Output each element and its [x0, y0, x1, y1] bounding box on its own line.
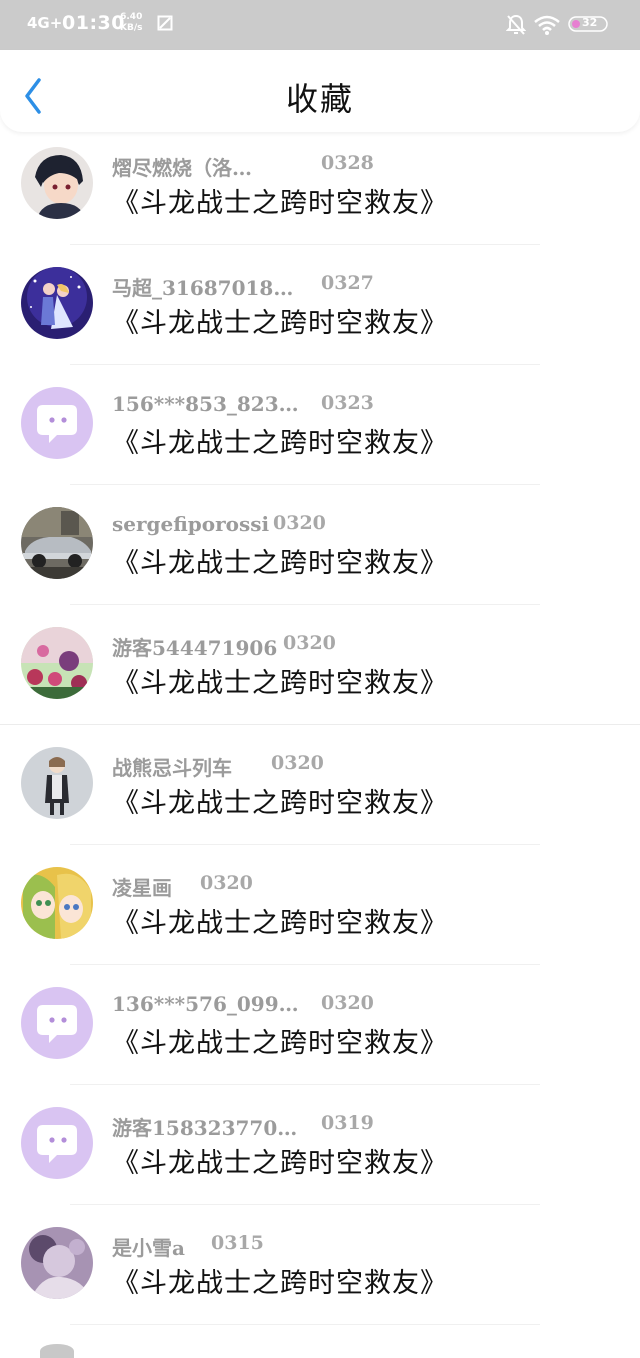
date: 0319 — [321, 1112, 374, 1134]
purple-photo-avatar-image — [21, 1227, 93, 1299]
status-bar: 4G+ 01:30 6.40 KB/s 32 — [0, 0, 640, 50]
avatar — [21, 507, 93, 579]
item-meta: sergefiporossi 0320 — [112, 512, 326, 540]
battery-level: 32 — [582, 16, 598, 29]
book-title: 《斗龙战士之跨时空救友》 — [112, 788, 448, 819]
avatar — [21, 627, 93, 699]
item-meta: 游客158323770… 0319 — [112, 1112, 374, 1140]
avatar — [21, 987, 93, 1059]
car-avatar-image — [21, 507, 93, 579]
list-item[interactable]: 136***576_099… 0320 《斗龙战士之跨时空救友》 — [0, 965, 640, 1085]
mute-bell-icon — [506, 14, 526, 35]
item-meta: 156***853_823… 0323 — [112, 392, 374, 420]
item-meta: 战熊忌斗列车 0320 — [112, 752, 324, 780]
book-title: 《斗龙战士之跨时空救友》 — [112, 428, 448, 459]
chat-bubble-icon — [21, 1107, 93, 1179]
user-name: sergefiporossi — [112, 512, 270, 536]
item-meta: 熠尽燃烧（洛… 0328 — [112, 152, 374, 180]
avatar — [21, 1227, 93, 1299]
avatar — [21, 267, 93, 339]
chat-bubble-icon — [21, 987, 93, 1059]
user-name: 熠尽燃烧（洛… — [112, 156, 252, 180]
user-name: 游客544471906 — [112, 636, 278, 660]
item-meta: 马超_31687018… 0327 — [112, 272, 374, 300]
list-item[interactable]: sergefiporossi 0320 《斗龙战士之跨时空救友》 — [0, 485, 640, 605]
avatar — [40, 1344, 74, 1358]
network-speed-unit: KB/s — [120, 23, 143, 33]
screenshot-icon — [157, 15, 173, 31]
date: 0315 — [211, 1232, 264, 1254]
avatar — [21, 1107, 93, 1179]
list-item[interactable]: 战熊忌斗列车 0320 《斗龙战士之跨时空救友》 — [0, 725, 640, 845]
user-name: 是小雪a — [112, 1236, 185, 1260]
date: 0320 — [271, 752, 324, 774]
status-time: 01:30 — [62, 12, 125, 34]
network-speed: 6.40 KB/s — [120, 12, 142, 34]
user-name: 马超_31687018… — [112, 276, 294, 300]
header: 收藏 — [0, 50, 640, 132]
avatar — [21, 747, 93, 819]
book-title: 《斗龙战士之跨时空救友》 — [112, 1148, 448, 1179]
signal-indicator: 4G+ — [27, 14, 63, 32]
list-item[interactable]: 游客158323770… 0319 《斗龙战士之跨时空救友》 — [0, 1085, 640, 1205]
page-title: 收藏 — [285, 80, 354, 118]
list-item[interactable]: 156***853_823… 0323 《斗龙战士之跨时空救友》 — [0, 365, 640, 485]
book-title: 《斗龙战士之跨时空救友》 — [112, 1268, 448, 1299]
chat-bubble-icon — [21, 387, 93, 459]
list-item[interactable]: 凌星画 0320 《斗龙战士之跨时空救友》 — [0, 845, 640, 965]
user-name: 战熊忌斗列车 — [112, 756, 232, 780]
couple-stars-avatar-image — [21, 267, 93, 339]
avatar — [21, 387, 93, 459]
date: 0320 — [321, 992, 374, 1014]
wifi-icon — [534, 15, 560, 35]
book-title: 《斗龙战士之跨时空救友》 — [112, 188, 448, 219]
date: 0328 — [321, 152, 374, 174]
user-name: 凌星画 — [112, 876, 172, 900]
book-title: 《斗龙战士之跨时空救友》 — [112, 668, 448, 699]
user-name: 156***853_823… — [112, 392, 299, 416]
network-speed-value: 6.40 — [120, 12, 143, 22]
item-meta: 136***576_099… 0320 — [112, 992, 374, 1020]
list-item[interactable]: 游客544471906 0320 《斗龙战士之跨时空救友》 — [0, 605, 640, 725]
item-meta: 游客544471906 0320 — [112, 632, 336, 660]
item-meta: 是小雪a 0315 — [112, 1232, 264, 1260]
item-meta: 凌星画 0320 — [112, 872, 253, 900]
list-item[interactable]: 马超_31687018… 0327 《斗龙战士之跨时空救友》 — [0, 245, 640, 365]
date: 0320 — [200, 872, 253, 894]
list-item[interactable]: 是小雪a 0315 《斗龙战士之跨时空救友》 — [0, 1205, 640, 1325]
avatar — [21, 867, 93, 939]
two-girls-avatar-image — [21, 867, 93, 939]
date: 0320 — [273, 512, 326, 534]
list-item[interactable]: 熠尽燃烧（洛… 0328 《斗龙战士之跨时空救友》 — [0, 125, 640, 245]
divider — [70, 1324, 540, 1325]
book-title: 《斗龙战士之跨时空救友》 — [112, 308, 448, 339]
avatar — [21, 147, 93, 219]
flowers-avatar-image — [21, 627, 93, 699]
date: 0327 — [321, 272, 374, 294]
date: 0320 — [283, 632, 336, 654]
book-title: 《斗龙战士之跨时空救友》 — [112, 548, 448, 579]
book-title: 《斗龙战士之跨时空救友》 — [112, 1028, 448, 1059]
girl-standing-avatar-image — [21, 747, 93, 819]
book-title: 《斗龙战士之跨时空救友》 — [112, 908, 448, 939]
user-name: 游客158323770… — [112, 1116, 298, 1140]
user-name: 136***576_099… — [112, 992, 299, 1016]
date: 0323 — [321, 392, 374, 414]
boy-anime-avatar-image — [21, 147, 93, 219]
